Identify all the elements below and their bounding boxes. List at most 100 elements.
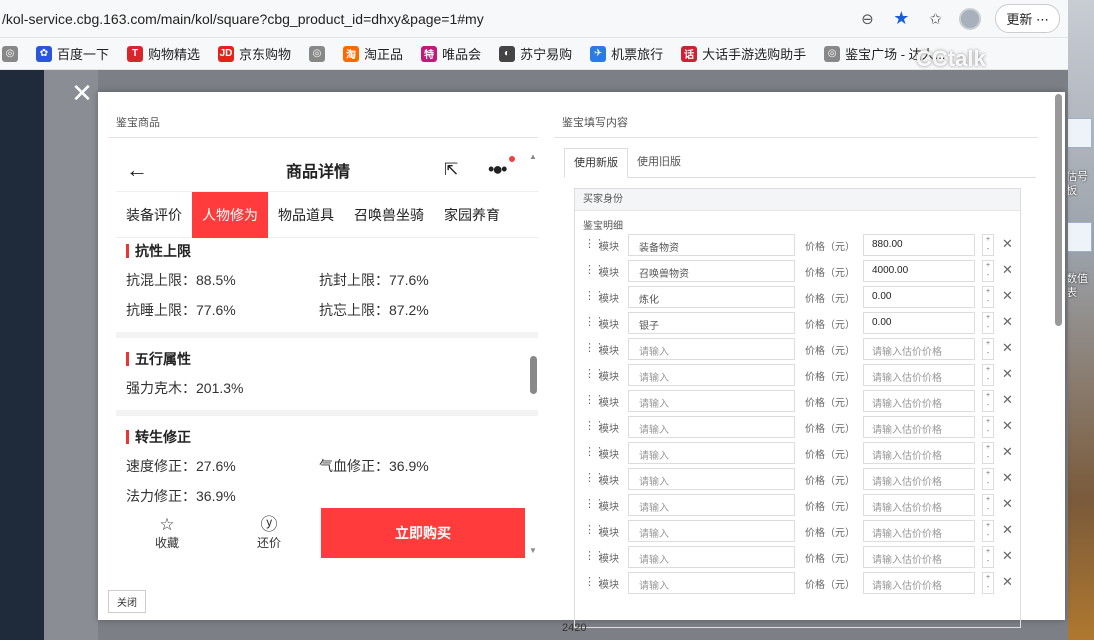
price-stepper[interactable]: + -	[982, 364, 994, 386]
drag-handle-icon[interactable]: ⋮⋮	[584, 446, 605, 458]
bookmark-item[interactable]: JD 京东购物	[218, 44, 291, 63]
share-icon[interactable]: ⇱	[444, 160, 458, 180]
price-input[interactable]: 请输入估价价格	[863, 416, 975, 438]
module-name-input[interactable]: 银子	[628, 312, 795, 334]
module-name-input[interactable]: 召唤兽物资	[628, 260, 795, 282]
price-input[interactable]: 请输入估价价格	[863, 572, 975, 594]
price-input[interactable]: 4000.00	[863, 260, 975, 282]
price-stepper[interactable]: + -	[982, 260, 994, 282]
delete-row-icon[interactable]: ✕	[1002, 262, 1013, 278]
price-stepper[interactable]: + -	[982, 312, 994, 334]
price-stepper[interactable]: + -	[982, 520, 994, 542]
price-stepper[interactable]: + -	[982, 234, 994, 256]
price-input[interactable]: 请输入估价价格	[863, 338, 975, 360]
price-input[interactable]: 880.00	[863, 234, 975, 256]
bookmark-item[interactable]: ◐ 苏宁易购	[499, 44, 572, 63]
scroll-down-icon[interactable]: ▼	[529, 546, 537, 555]
delete-row-icon[interactable]: ✕	[1002, 392, 1013, 408]
price-stepper[interactable]: + -	[982, 286, 994, 308]
module-name-input[interactable]: 请输入	[628, 338, 795, 360]
version-tab-1[interactable]: 使用旧版	[628, 148, 690, 177]
price-stepper[interactable]: + -	[982, 494, 994, 516]
drag-handle-icon[interactable]: ⋮⋮	[584, 394, 605, 406]
delete-row-icon[interactable]: ✕	[1002, 418, 1013, 434]
module-name-input[interactable]: 请输入	[628, 416, 795, 438]
update-button[interactable]: 更新 ⋯	[995, 4, 1060, 33]
scroll-up-icon[interactable]: ▲	[529, 152, 537, 161]
more-icon[interactable]: •●•	[488, 159, 508, 180]
module-name-input[interactable]: 装备物资	[628, 234, 795, 256]
module-name-input[interactable]: 炼化	[628, 286, 795, 308]
price-stepper[interactable]: + -	[982, 572, 994, 594]
bookmark-item[interactable]: 特唯品会	[421, 44, 481, 63]
drag-handle-icon[interactable]: ⋮⋮	[584, 420, 605, 432]
delete-row-icon[interactable]: ✕	[1002, 340, 1013, 356]
globe-icon[interactable]: ◎	[2, 45, 18, 62]
close-button[interactable]: 关闭	[108, 590, 146, 613]
drag-handle-icon[interactable]: ⋮⋮	[584, 368, 605, 380]
drag-handle-icon[interactable]: ⋮⋮	[584, 576, 605, 588]
price-input[interactable]: 请输入估价价格	[863, 546, 975, 568]
drag-handle-icon[interactable]: ⋮⋮	[584, 238, 605, 250]
tab-1[interactable]: 人物修为	[192, 191, 268, 238]
price-input[interactable]: 0.00	[863, 312, 975, 334]
delete-row-icon[interactable]: ✕	[1002, 444, 1013, 460]
price-stepper[interactable]: + -	[982, 468, 994, 490]
delete-row-icon[interactable]: ✕	[1002, 548, 1013, 564]
zoom-icon[interactable]: ⊖	[857, 9, 877, 29]
bookmark-item[interactable]: ✿ 百度一下	[36, 44, 109, 63]
delete-row-icon[interactable]: ✕	[1002, 314, 1013, 330]
url-field[interactable]: /kol-service.cbg.163.com/main/kol/square…	[0, 11, 857, 27]
version-tab-0[interactable]: 使用新版	[564, 148, 628, 178]
module-name-input[interactable]: 请输入	[628, 390, 795, 412]
module-name-input[interactable]: 请输入	[628, 364, 795, 386]
delete-row-icon[interactable]: ✕	[1002, 522, 1013, 538]
bookmark-item[interactable]: ✈ 机票旅行	[590, 44, 663, 63]
price-stepper[interactable]: + -	[982, 546, 994, 568]
profile-avatar[interactable]	[959, 7, 982, 30]
price-input[interactable]: 请输入估价价格	[863, 494, 975, 516]
buy-now-button[interactable]: 立即购买	[321, 508, 525, 558]
delete-row-icon[interactable]: ✕	[1002, 236, 1013, 252]
back-arrow-icon[interactable]: ←	[126, 157, 148, 183]
price-input[interactable]: 请输入估价价格	[863, 364, 975, 386]
module-name-input[interactable]: 请输入	[628, 494, 795, 516]
module-name-input[interactable]: 请输入	[628, 520, 795, 542]
favorite-button[interactable]: ☆ 收藏	[116, 508, 218, 558]
price-input[interactable]: 请输入估价价格	[863, 468, 975, 490]
bookmark-item[interactable]: 话大话手游选购助手	[681, 44, 806, 63]
bargain-button[interactable]: ⓨ 还价	[218, 508, 320, 558]
delete-row-icon[interactable]: ✕	[1002, 470, 1013, 486]
overlay-close-icon[interactable]: ✕	[70, 80, 94, 106]
drag-handle-icon[interactable]: ⋮⋮	[584, 290, 605, 302]
price-stepper[interactable]: + -	[982, 338, 994, 360]
drag-handle-icon[interactable]: ⋮⋮	[584, 472, 605, 484]
price-input[interactable]: 请输入估价价格	[863, 390, 975, 412]
drag-handle-icon[interactable]: ⋮⋮	[584, 550, 605, 562]
drag-handle-icon[interactable]: ⋮⋮	[584, 498, 605, 510]
delete-row-icon[interactable]: ✕	[1002, 574, 1013, 590]
delete-row-icon[interactable]: ✕	[1002, 496, 1013, 512]
tab-4[interactable]: 家园养育	[434, 192, 510, 238]
price-input[interactable]: 请输入估价价格	[863, 520, 975, 542]
tab-3[interactable]: 召唤兽坐骑	[344, 192, 434, 238]
modal-scrollbar-thumb[interactable]	[1055, 94, 1062, 326]
drag-handle-icon[interactable]: ⋮⋮	[584, 316, 605, 328]
price-input[interactable]: 0.00	[863, 286, 975, 308]
bookmark-item[interactable]: 淘淘正品	[343, 44, 403, 63]
price-stepper[interactable]: + -	[982, 416, 994, 438]
drag-handle-icon[interactable]: ⋮⋮	[584, 524, 605, 536]
bookmark-star-icon[interactable]: ★	[891, 8, 911, 29]
drag-handle-icon[interactable]: ⋮⋮	[584, 342, 605, 354]
price-stepper[interactable]: + -	[982, 390, 994, 412]
price-stepper[interactable]: + -	[982, 442, 994, 464]
drag-handle-icon[interactable]: ⋮⋮	[584, 264, 605, 276]
tab-0[interactable]: 装备评价	[116, 192, 192, 238]
module-name-input[interactable]: 请输入	[628, 442, 795, 464]
delete-row-icon[interactable]: ✕	[1002, 366, 1013, 382]
favorites-icon[interactable]: ✩	[925, 9, 945, 29]
module-name-input[interactable]: 请输入	[628, 572, 795, 594]
phone-scrollbar-thumb[interactable]	[530, 356, 537, 394]
module-name-input[interactable]: 请输入	[628, 468, 795, 490]
module-name-input[interactable]: 请输入	[628, 546, 795, 568]
